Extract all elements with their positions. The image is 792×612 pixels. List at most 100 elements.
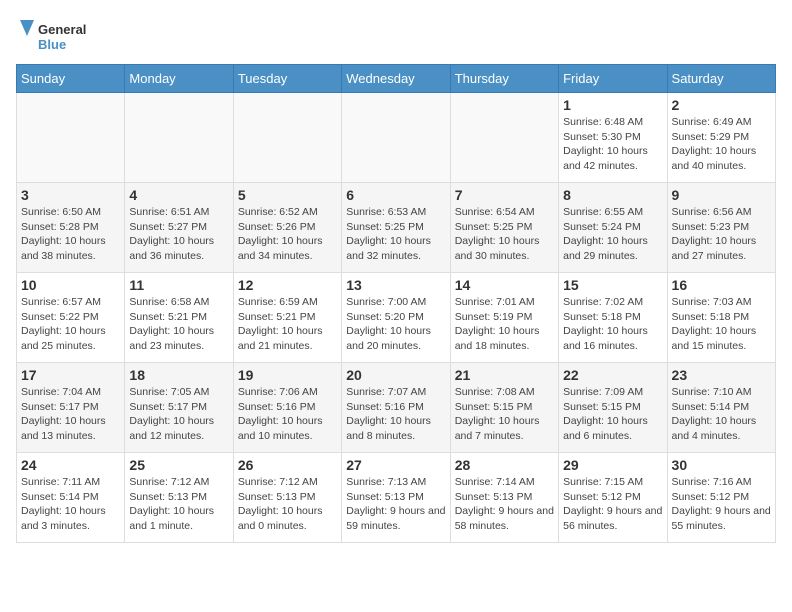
calendar-cell: 30 Sunrise: 7:16 AMSunset: 5:12 PMDayligh…	[667, 453, 775, 543]
svg-text:Blue: Blue	[38, 37, 66, 52]
calendar-cell	[233, 93, 341, 183]
day-info: Sunrise: 7:07 AMSunset: 5:16 PMDaylight:…	[346, 385, 445, 444]
day-number: 27	[346, 457, 445, 473]
day-info: Sunrise: 7:13 AMSunset: 5:13 PMDaylight:…	[346, 475, 445, 534]
calendar-cell: 29 Sunrise: 7:15 AMSunset: 5:12 PMDayligh…	[559, 453, 667, 543]
day-number: 9	[672, 187, 771, 203]
day-info: Sunrise: 6:59 AMSunset: 5:21 PMDaylight:…	[238, 295, 337, 354]
logo: General Blue	[16, 16, 96, 56]
day-info: Sunrise: 7:02 AMSunset: 5:18 PMDaylight:…	[563, 295, 662, 354]
logo-svg: General Blue	[16, 16, 96, 56]
calendar-cell: 16 Sunrise: 7:03 AMSunset: 5:18 PMDayligh…	[667, 273, 775, 363]
weekday-header-sunday: Sunday	[17, 65, 125, 93]
calendar-cell: 14 Sunrise: 7:01 AMSunset: 5:19 PMDayligh…	[450, 273, 558, 363]
day-number: 22	[563, 367, 662, 383]
calendar-cell: 5 Sunrise: 6:52 AMSunset: 5:26 PMDaylight…	[233, 183, 341, 273]
week-row-4: 17Sunrise: 7:04 AMSunset: 5:17 PMDayligh…	[17, 363, 776, 453]
calendar-cell: 23 Sunrise: 7:10 AMSunset: 5:14 PMDayligh…	[667, 363, 775, 453]
calendar-cell: 11 Sunrise: 6:58 AMSunset: 5:21 PMDayligh…	[125, 273, 233, 363]
day-info: Sunrise: 6:57 AMSunset: 5:22 PMDaylight:…	[21, 295, 120, 354]
calendar-cell: 8 Sunrise: 6:55 AMSunset: 5:24 PMDaylight…	[559, 183, 667, 273]
day-number: 5	[238, 187, 337, 203]
calendar-cell: 9 Sunrise: 6:56 AMSunset: 5:23 PMDaylight…	[667, 183, 775, 273]
day-number: 20	[346, 367, 445, 383]
day-number: 26	[238, 457, 337, 473]
week-row-5: 24Sunrise: 7:11 AMSunset: 5:14 PMDayligh…	[17, 453, 776, 543]
day-info: Sunrise: 6:48 AMSunset: 5:30 PMDaylight:…	[563, 115, 662, 174]
calendar-cell: 12 Sunrise: 6:59 AMSunset: 5:21 PMDayligh…	[233, 273, 341, 363]
day-number: 14	[455, 277, 554, 293]
weekday-header-tuesday: Tuesday	[233, 65, 341, 93]
day-info: Sunrise: 7:15 AMSunset: 5:12 PMDaylight:…	[563, 475, 662, 534]
day-number: 25	[129, 457, 228, 473]
day-info: Sunrise: 6:50 AMSunset: 5:28 PMDaylight:…	[21, 205, 120, 264]
day-info: Sunrise: 6:58 AMSunset: 5:21 PMDaylight:…	[129, 295, 228, 354]
day-info: Sunrise: 6:56 AMSunset: 5:23 PMDaylight:…	[672, 205, 771, 264]
calendar-cell: 2 Sunrise: 6:49 AMSunset: 5:29 PMDaylight…	[667, 93, 775, 183]
week-row-2: 3 Sunrise: 6:50 AMSunset: 5:28 PMDaylight…	[17, 183, 776, 273]
day-number: 1	[563, 97, 662, 113]
day-number: 30	[672, 457, 771, 473]
weekday-header-friday: Friday	[559, 65, 667, 93]
day-number: 16	[672, 277, 771, 293]
day-info: Sunrise: 7:10 AMSunset: 5:14 PMDaylight:…	[672, 385, 771, 444]
calendar-cell: 27 Sunrise: 7:13 AMSunset: 5:13 PMDayligh…	[342, 453, 450, 543]
day-info: Sunrise: 7:06 AMSunset: 5:16 PMDaylight:…	[238, 385, 337, 444]
calendar-cell	[17, 93, 125, 183]
calendar-cell: 19 Sunrise: 7:06 AMSunset: 5:16 PMDayligh…	[233, 363, 341, 453]
week-row-1: 1 Sunrise: 6:48 AMSunset: 5:30 PMDaylight…	[17, 93, 776, 183]
day-number: 3	[21, 187, 120, 203]
day-info: Sunrise: 7:16 AMSunset: 5:12 PMDaylight:…	[672, 475, 771, 534]
calendar-cell: 7Sunrise: 6:54 AMSunset: 5:25 PMDaylight…	[450, 183, 558, 273]
calendar-cell: 1 Sunrise: 6:48 AMSunset: 5:30 PMDaylight…	[559, 93, 667, 183]
svg-text:General: General	[38, 22, 86, 37]
weekday-header-row: SundayMondayTuesdayWednesdayThursdayFrid…	[17, 65, 776, 93]
day-number: 13	[346, 277, 445, 293]
day-number: 29	[563, 457, 662, 473]
day-info: Sunrise: 6:55 AMSunset: 5:24 PMDaylight:…	[563, 205, 662, 264]
day-info: Sunrise: 7:03 AMSunset: 5:18 PMDaylight:…	[672, 295, 771, 354]
calendar-cell: 26 Sunrise: 7:12 AMSunset: 5:13 PMDayligh…	[233, 453, 341, 543]
calendar-cell: 10 Sunrise: 6:57 AMSunset: 5:22 PMDayligh…	[17, 273, 125, 363]
day-info: Sunrise: 7:12 AMSunset: 5:13 PMDaylight:…	[129, 475, 228, 534]
calendar-cell: 6Sunrise: 6:53 AMSunset: 5:25 PMDaylight…	[342, 183, 450, 273]
day-info: Sunrise: 7:12 AMSunset: 5:13 PMDaylight:…	[238, 475, 337, 534]
week-row-3: 10 Sunrise: 6:57 AMSunset: 5:22 PMDayligh…	[17, 273, 776, 363]
day-number: 11	[129, 277, 228, 293]
day-info: Sunrise: 6:52 AMSunset: 5:26 PMDaylight:…	[238, 205, 337, 264]
day-number: 8	[563, 187, 662, 203]
day-info: Sunrise: 6:49 AMSunset: 5:29 PMDaylight:…	[672, 115, 771, 174]
header: General Blue	[16, 16, 776, 56]
day-number: 12	[238, 277, 337, 293]
day-number: 7	[455, 187, 554, 203]
calendar-table: SundayMondayTuesdayWednesdayThursdayFrid…	[16, 64, 776, 543]
calendar-cell: 24Sunrise: 7:11 AMSunset: 5:14 PMDayligh…	[17, 453, 125, 543]
calendar-cell: 4Sunrise: 6:51 AMSunset: 5:27 PMDaylight…	[125, 183, 233, 273]
calendar-cell: 18 Sunrise: 7:05 AMSunset: 5:17 PMDayligh…	[125, 363, 233, 453]
day-number: 6	[346, 187, 445, 203]
calendar-cell: 20 Sunrise: 7:07 AMSunset: 5:16 PMDayligh…	[342, 363, 450, 453]
day-number: 23	[672, 367, 771, 383]
day-info: Sunrise: 7:05 AMSunset: 5:17 PMDaylight:…	[129, 385, 228, 444]
calendar-cell: 17Sunrise: 7:04 AMSunset: 5:17 PMDayligh…	[17, 363, 125, 453]
day-info: Sunrise: 7:09 AMSunset: 5:15 PMDaylight:…	[563, 385, 662, 444]
calendar-cell: 28 Sunrise: 7:14 AMSunset: 5:13 PMDayligh…	[450, 453, 558, 543]
weekday-header-thursday: Thursday	[450, 65, 558, 93]
day-number: 15	[563, 277, 662, 293]
day-number: 10	[21, 277, 120, 293]
calendar-cell	[342, 93, 450, 183]
weekday-header-saturday: Saturday	[667, 65, 775, 93]
day-info: Sunrise: 7:04 AMSunset: 5:17 PMDaylight:…	[21, 385, 120, 444]
day-info: Sunrise: 7:11 AMSunset: 5:14 PMDaylight:…	[21, 475, 120, 534]
weekday-header-wednesday: Wednesday	[342, 65, 450, 93]
day-info: Sunrise: 7:14 AMSunset: 5:13 PMDaylight:…	[455, 475, 554, 534]
day-number: 18	[129, 367, 228, 383]
day-number: 28	[455, 457, 554, 473]
day-info: Sunrise: 7:01 AMSunset: 5:19 PMDaylight:…	[455, 295, 554, 354]
day-number: 21	[455, 367, 554, 383]
day-number: 19	[238, 367, 337, 383]
calendar-cell: 22 Sunrise: 7:09 AMSunset: 5:15 PMDayligh…	[559, 363, 667, 453]
calendar-cell: 21Sunrise: 7:08 AMSunset: 5:15 PMDayligh…	[450, 363, 558, 453]
calendar-cell	[125, 93, 233, 183]
day-number: 2	[672, 97, 771, 113]
